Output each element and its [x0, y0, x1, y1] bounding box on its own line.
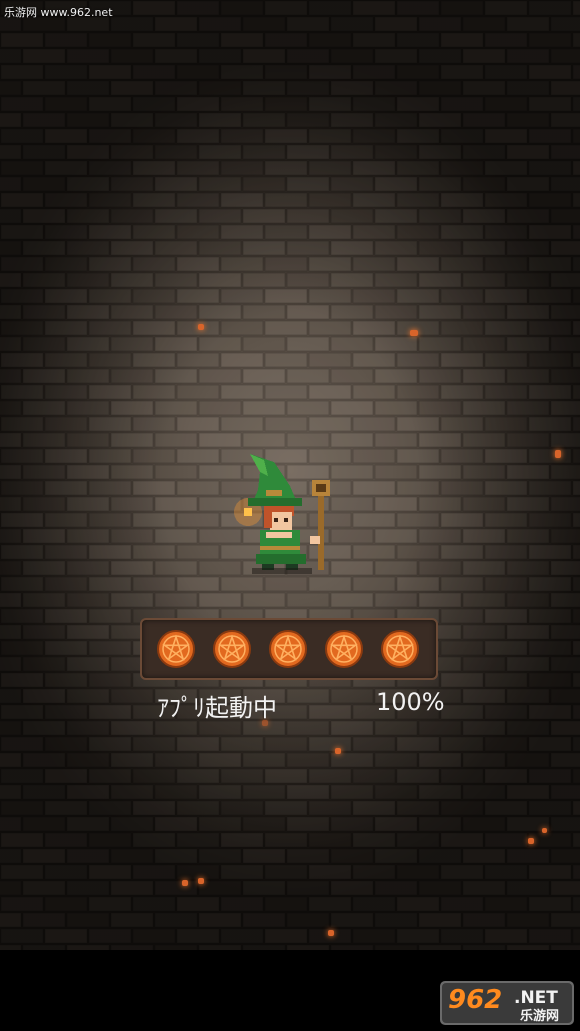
ember-particle	[182, 880, 188, 886]
pentagram-icon	[269, 630, 307, 668]
watermark-text: 乐游网 www.962.net	[4, 6, 113, 19]
ember-particle	[328, 930, 334, 936]
green-witch-with-staff-icon	[234, 454, 330, 574]
loading-progress-panel	[140, 618, 438, 680]
ember-particle	[410, 330, 418, 336]
game-scene: 乐游网 www.962.net ｱﾌﾟﾘ起動中 100%	[0, 0, 580, 950]
logo-number: 962	[448, 985, 502, 1015]
logo-subtitle: 乐游网	[520, 1008, 559, 1024]
loading-percent: 100%	[376, 688, 445, 716]
ember-particle	[528, 838, 534, 844]
pentagram-icon	[213, 630, 251, 668]
ember-particle	[198, 878, 204, 884]
pentagram-icon	[325, 630, 363, 668]
site-logo: 962 .NET 乐游网	[440, 981, 574, 1025]
pentagram-icon	[157, 630, 195, 668]
loading-status-label: ｱﾌﾟﾘ起動中	[157, 694, 277, 722]
ember-particle	[542, 828, 547, 833]
ember-particle	[335, 748, 341, 754]
ember-particle	[555, 450, 561, 458]
logo-suffix: .NET	[514, 988, 558, 1008]
ember-particle	[198, 324, 204, 330]
pentagram-icon	[381, 630, 419, 668]
